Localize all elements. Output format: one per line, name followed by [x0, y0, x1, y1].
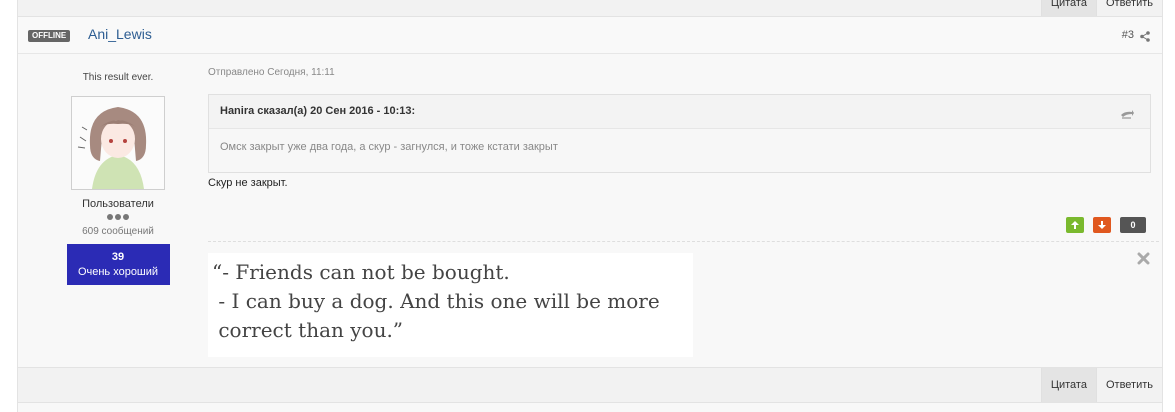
previous-post-actions: Цитата Ответить: [18, 0, 1162, 17]
forum-post: Цитата Ответить OFFLINE Ani_Lewis #3 Thi…: [17, 0, 1163, 412]
post-text: Скур не закрыт.: [208, 177, 288, 189]
quote-body: Омск закрыт уже два года, а скур - загну…: [220, 141, 558, 153]
signature-divider: [208, 241, 1159, 242]
reply-button[interactable]: Ответить: [1095, 368, 1162, 402]
quote-jump-icon[interactable]: [1120, 107, 1134, 125]
vote-count: 0: [1120, 217, 1146, 233]
post-actions: Цитата Ответить: [18, 367, 1162, 403]
posted-date: Отправлено Сегодня, 11:11: [208, 67, 335, 78]
quote-header: Hanira сказал(а) 20 Сен 2016 - 10:13:: [209, 95, 1150, 129]
quote-block: Hanira сказал(а) 20 Сен 2016 - 10:13: Ом…: [208, 94, 1151, 173]
username-link[interactable]: Ani_Lewis: [88, 26, 152, 42]
author-info: This result ever. Пользователи 609 сообщ…: [58, 72, 178, 285]
status-badge: OFFLINE: [28, 30, 71, 42]
signature-text: “- Friends can not be bought. - I can bu…: [208, 253, 693, 357]
post-header: OFFLINE Ani_Lewis #3: [18, 17, 1162, 54]
vote-up-button[interactable]: [1066, 217, 1084, 233]
avatar[interactable]: [71, 96, 165, 190]
post-number-link[interactable]: #3: [1122, 29, 1134, 41]
reputation-badge[interactable]: 39 Очень хороший: [66, 244, 170, 285]
reply-button[interactable]: Ответить: [1095, 0, 1162, 16]
user-title: This result ever.: [82, 72, 154, 83]
arrow-up-icon: [1071, 221, 1079, 229]
quote-button[interactable]: Цитата: [1040, 368, 1096, 402]
close-icon[interactable]: [1137, 252, 1150, 270]
reputation-label: Очень хороший: [77, 266, 159, 278]
reputation-value: 39: [111, 251, 125, 263]
arrow-down-icon: [1098, 221, 1106, 229]
post-count: 609 сообщений: [82, 226, 154, 237]
share-icon[interactable]: [1140, 29, 1150, 47]
user-group: Пользователи: [82, 198, 154, 210]
vote-down-button[interactable]: [1093, 217, 1111, 233]
vote-controls: 0: [1066, 217, 1146, 233]
quote-button[interactable]: Цитата: [1040, 0, 1096, 16]
rank-dots: [58, 214, 178, 220]
